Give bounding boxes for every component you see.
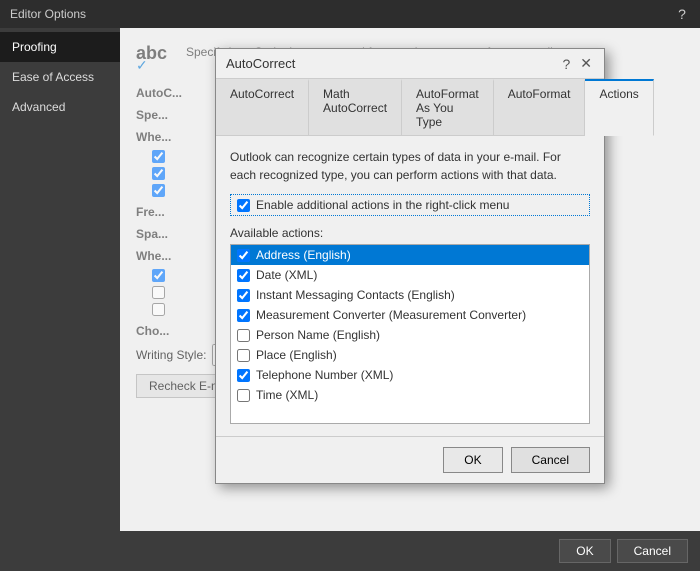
action-item[interactable]: Date (XML) — [231, 265, 589, 285]
dialog-close-button[interactable]: ✕ — [578, 55, 594, 72]
action-label: Instant Messaging Contacts (English) — [256, 288, 455, 302]
action-label: Address (English) — [256, 248, 351, 262]
action-label: Telephone Number (XML) — [256, 368, 393, 382]
action-checkbox[interactable] — [237, 369, 250, 382]
actions-list: Address (English) Date (XML) Instant Messa… — [230, 244, 590, 424]
main-content: abc ✓ Specify how Outlook corrects and f… — [120, 28, 700, 531]
tab-autoformat-as-you-type[interactable]: AutoFormat As You Type — [402, 79, 494, 135]
modal-overlay: AutoCorrect ? ✕ AutoCorrect Math AutoCor… — [120, 28, 700, 531]
enable-actions-label: Enable additional actions in the right-c… — [256, 198, 509, 212]
titlebar-controls: ? — [674, 6, 690, 22]
action-checkbox[interactable] — [237, 289, 250, 302]
dialog-ok-button[interactable]: OK — [443, 447, 502, 473]
action-checkbox[interactable] — [237, 309, 250, 322]
tab-math-autocorrect[interactable]: Math AutoCorrect — [309, 79, 402, 135]
action-label: Date (XML) — [256, 268, 317, 282]
window-footer: OK Cancel — [0, 531, 700, 571]
enable-actions-row: Enable additional actions in the right-c… — [230, 194, 590, 216]
editor-options-title: Editor Options — [10, 7, 86, 21]
action-item[interactable]: Place (English) — [231, 345, 589, 365]
action-item[interactable]: Instant Messaging Contacts (English) — [231, 285, 589, 305]
available-actions-label: Available actions: — [230, 226, 590, 240]
help-button[interactable]: ? — [674, 6, 690, 22]
action-label: Time (XML) — [256, 388, 318, 402]
dialog-help-button[interactable]: ? — [560, 56, 572, 72]
sidebar: Proofing Ease of Access Advanced — [0, 28, 120, 531]
dialog-titlebar: AutoCorrect ? ✕ — [216, 49, 604, 79]
sidebar-item-ease-of-access[interactable]: Ease of Access — [0, 62, 120, 92]
autocorrect-dialog: AutoCorrect ? ✕ AutoCorrect Math AutoCor… — [215, 48, 605, 484]
action-item[interactable]: Address (English) — [231, 245, 589, 265]
action-item[interactable]: Person Name (English) — [231, 325, 589, 345]
dialog-title: AutoCorrect — [226, 56, 295, 71]
sidebar-item-advanced[interactable]: Advanced — [0, 92, 120, 122]
window-body: Proofing Ease of Access Advanced abc ✓ S… — [0, 28, 700, 531]
dialog-cancel-button[interactable]: Cancel — [511, 447, 590, 473]
tab-autocorrect[interactable]: AutoCorrect — [216, 79, 309, 135]
dialog-footer: OK Cancel — [216, 436, 604, 483]
action-item[interactable]: Time (XML) — [231, 385, 589, 405]
action-label: Measurement Converter (Measurement Conve… — [256, 308, 526, 322]
dialog-description: Outlook can recognize certain types of d… — [230, 148, 590, 184]
editor-options-titlebar: Editor Options ? — [0, 0, 700, 28]
action-item[interactable]: Measurement Converter (Measurement Conve… — [231, 305, 589, 325]
footer-cancel-button[interactable]: Cancel — [617, 539, 688, 563]
action-checkbox[interactable] — [237, 249, 250, 262]
dialog-tabs: AutoCorrect Math AutoCorrect AutoFormat … — [216, 79, 604, 136]
action-label: Place (English) — [256, 348, 337, 362]
action-checkbox[interactable] — [237, 349, 250, 362]
tab-autoformat[interactable]: AutoFormat — [494, 79, 586, 135]
action-checkbox[interactable] — [237, 389, 250, 402]
footer-ok-button[interactable]: OK — [559, 539, 610, 563]
action-item[interactable]: Telephone Number (XML) — [231, 365, 589, 385]
action-checkbox[interactable] — [237, 269, 250, 282]
dialog-content: Outlook can recognize certain types of d… — [216, 136, 604, 436]
enable-actions-checkbox[interactable] — [237, 199, 250, 212]
editor-options-window: Editor Options ? Proofing Ease of Access… — [0, 0, 700, 571]
action-label: Person Name (English) — [256, 328, 380, 342]
tab-actions[interactable]: Actions — [585, 79, 653, 136]
sidebar-item-proofing[interactable]: Proofing — [0, 32, 120, 62]
dialog-titlebar-controls: ? ✕ — [560, 55, 594, 72]
action-checkbox[interactable] — [237, 329, 250, 342]
